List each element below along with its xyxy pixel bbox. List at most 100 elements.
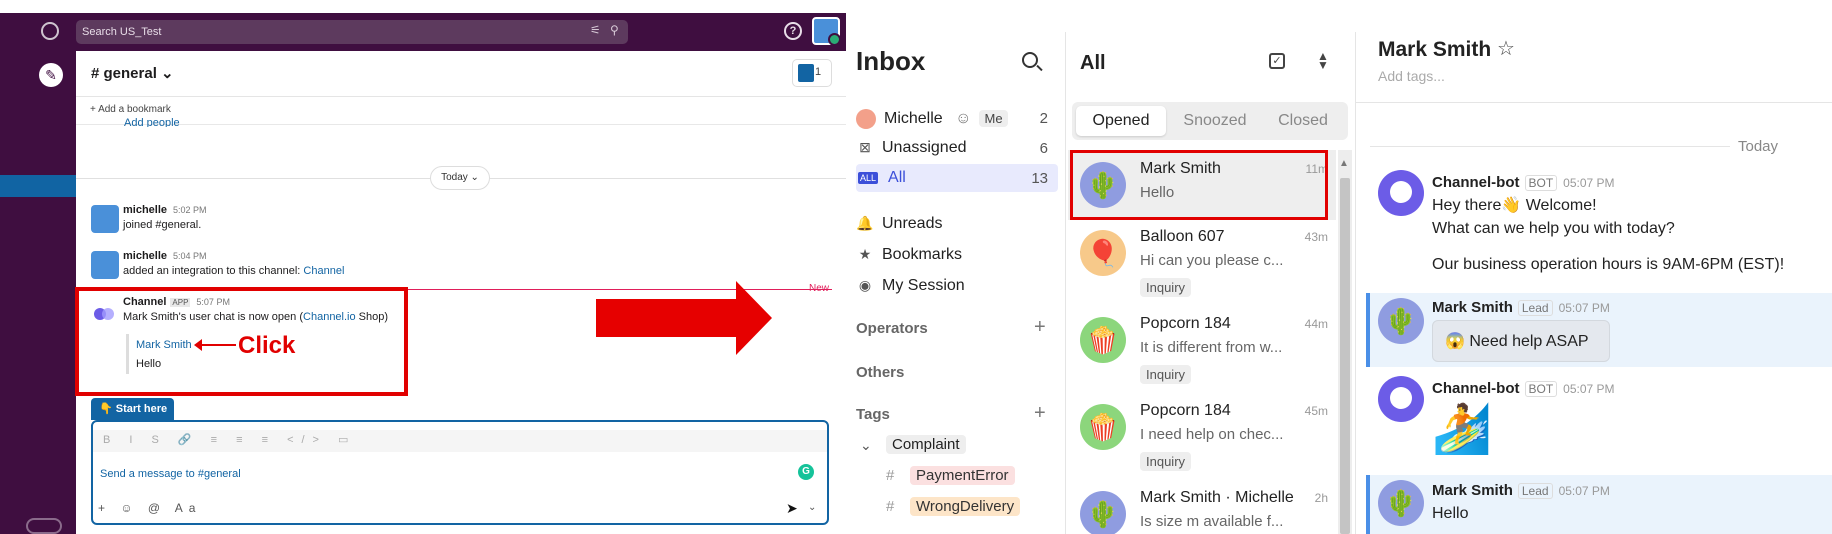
sender-name[interactable]: michelle bbox=[123, 204, 167, 216]
send-icon[interactable]: ➤ bbox=[786, 500, 798, 517]
sender-name[interactable]: Channel-bot bbox=[1432, 380, 1520, 397]
tag-payment-error[interactable]: PaymentError bbox=[910, 466, 1015, 485]
list-item[interactable]: 🍿 Popcorn 184 44m It is different from w… bbox=[1068, 305, 1336, 391]
history-icon[interactable] bbox=[41, 22, 59, 40]
tag-label: WrongDelivery bbox=[910, 497, 1021, 516]
nav-count: 2 bbox=[1039, 110, 1048, 127]
nav-item-unassigned[interactable]: ⊠ Unassigned 6 bbox=[856, 134, 1058, 162]
eye-icon: ◉ bbox=[858, 277, 872, 293]
nav-label: Unassigned bbox=[882, 139, 967, 156]
compose-icon[interactable]: ✎ bbox=[39, 63, 63, 87]
message-input[interactable]: Send a message to #general bbox=[100, 468, 241, 480]
nav-item-bookmarks[interactable]: ★ Bookmarks bbox=[856, 241, 1058, 269]
quick-reply-button[interactable]: 😱 Need help ASAP bbox=[1432, 320, 1610, 362]
avatar[interactable]: 🌵 bbox=[1378, 298, 1424, 344]
rail-active-item[interactable] bbox=[0, 175, 76, 197]
channel-header bbox=[76, 51, 846, 97]
toggle-icon[interactable] bbox=[26, 518, 62, 534]
tab-opened[interactable]: Opened bbox=[1076, 106, 1166, 136]
message-text: joined #general. bbox=[123, 219, 202, 231]
conv-preview: I need help on chec... bbox=[1140, 426, 1284, 443]
search-icon[interactable]: ⚲ bbox=[610, 23, 619, 37]
click-annotation: Click bbox=[238, 332, 296, 359]
member-count-button[interactable]: 1 bbox=[792, 59, 832, 87]
message-text: What can we help you with today? bbox=[1432, 220, 1675, 237]
message-time: 05:07 PM bbox=[1563, 176, 1615, 190]
sender-name[interactable]: Mark Smith bbox=[1432, 482, 1513, 499]
search-icon[interactable] bbox=[1022, 52, 1038, 68]
nav-item-my-session[interactable]: ◉ My Session bbox=[856, 272, 1058, 300]
user-avatar[interactable] bbox=[812, 17, 841, 46]
nav-item-michelle[interactable]: Michelle ☺ Me 2 bbox=[856, 104, 1058, 132]
sort-icon[interactable]: ▲ ▼ bbox=[1317, 50, 1329, 71]
avatar[interactable] bbox=[91, 205, 119, 233]
bot-avatar[interactable] bbox=[1378, 376, 1424, 422]
grammarly-icon[interactable]: G bbox=[798, 464, 814, 480]
avatar: 🌵 bbox=[1080, 491, 1126, 534]
filter-icon[interactable]: ⚟ bbox=[590, 23, 601, 37]
add-operator-icon[interactable]: + bbox=[1034, 316, 1046, 339]
message-text: Hello bbox=[1432, 505, 1469, 522]
sender-name[interactable]: michelle bbox=[123, 250, 167, 262]
add-bookmark-button[interactable]: + Add a bookmark bbox=[76, 97, 846, 125]
chevron-down-icon[interactable]: ⌄ bbox=[808, 502, 816, 513]
bot-badge: BOT bbox=[1524, 381, 1558, 397]
scrollbar-thumb[interactable] bbox=[1340, 178, 1350, 534]
me-badge: Me bbox=[979, 110, 1008, 128]
bot-badge: BOT bbox=[1524, 175, 1558, 191]
sender-name[interactable]: Channel-bot bbox=[1432, 174, 1520, 191]
list-title: All bbox=[1080, 52, 1106, 74]
sender-name[interactable]: Mark Smith bbox=[1432, 299, 1513, 316]
tag-complaint[interactable]: Complaint bbox=[886, 435, 966, 454]
channel-link[interactable]: Channel bbox=[303, 265, 344, 277]
channel-title[interactable]: # general ⌄ bbox=[91, 64, 174, 82]
list-item[interactable]: 🍿 Popcorn 184 45m I need help on chec...… bbox=[1068, 392, 1336, 478]
conv-name: Mark Smith · Michelle bbox=[1140, 489, 1294, 506]
avatar: 🍿 bbox=[1080, 317, 1126, 363]
chevron-down-icon[interactable]: ⌄ bbox=[860, 437, 872, 454]
list-item[interactable]: 🌵 Mark Smith · Michelle 2h Is size m ava… bbox=[1068, 479, 1336, 534]
message: michelle 5:04 PM added an integration to … bbox=[123, 250, 344, 277]
arrow-head bbox=[736, 281, 772, 355]
message-time: 05:07 PM bbox=[1563, 382, 1615, 396]
avatar[interactable]: 🌵 bbox=[1378, 480, 1424, 526]
bot-avatar[interactable] bbox=[1378, 170, 1424, 216]
operators-section[interactable]: Operators bbox=[856, 320, 928, 337]
avatar bbox=[856, 109, 876, 129]
list-item[interactable]: 🎈 Balloon 607 43m Hi can you please c...… bbox=[1068, 218, 1336, 304]
tags-section[interactable]: Tags bbox=[856, 406, 890, 423]
composer-tools[interactable]: + ☺ @ Aa bbox=[98, 501, 201, 515]
message: Channel-bot BOT 05:07 PM Hey there👋 Welcom… bbox=[1432, 174, 1784, 274]
add-tags-input[interactable]: Add tags... bbox=[1378, 68, 1445, 84]
nav-item-all[interactable]: ALL All 13 bbox=[856, 164, 1058, 192]
checkbox-icon[interactable]: ✓ bbox=[1269, 53, 1285, 69]
conv-preview: It is different from w... bbox=[1140, 339, 1283, 356]
scroll-up-icon[interactable]: ▲ bbox=[1339, 158, 1349, 169]
add-tag-icon[interactable]: + bbox=[1034, 402, 1046, 425]
start-here-tab[interactable]: 👇 Start here bbox=[91, 398, 174, 420]
tag-badge: Inquiry bbox=[1140, 278, 1192, 297]
today-pill[interactable]: Today ⌄ bbox=[430, 166, 490, 190]
nav-count: 6 bbox=[1039, 140, 1048, 157]
message-text: Hey there👋 Welcome! bbox=[1432, 197, 1597, 214]
star-icon[interactable]: ☆ bbox=[1497, 36, 1515, 61]
search-input[interactable]: Search US_Test bbox=[76, 20, 628, 44]
status-icon[interactable]: ☺ bbox=[955, 110, 971, 127]
add-people-link[interactable]: Add people bbox=[124, 117, 180, 127]
message-text: Our business operation hours is 9AM-6PM … bbox=[1432, 256, 1785, 273]
new-label: New bbox=[809, 283, 830, 294]
format-toolbar[interactable]: B I S 🔗 ≡ ≡ ≡ </> ▭ bbox=[93, 430, 827, 452]
others-section[interactable]: Others bbox=[856, 364, 904, 381]
avatar[interactable] bbox=[91, 251, 119, 279]
tag-wrong-delivery[interactable]: WrongDelivery bbox=[910, 497, 1021, 516]
inbox-title: Inbox bbox=[856, 46, 926, 76]
nav-item-unreads[interactable]: 🔔 Unreads bbox=[856, 210, 1058, 238]
tab-closed[interactable]: Closed bbox=[1260, 106, 1346, 136]
lead-indicator bbox=[1366, 293, 1370, 367]
tag-label: Complaint bbox=[886, 435, 966, 454]
tag-label: PaymentError bbox=[910, 466, 1015, 485]
tab-snoozed[interactable]: Snoozed bbox=[1170, 106, 1260, 136]
help-icon[interactable]: ? bbox=[784, 22, 802, 40]
unassigned-icon: ⊠ bbox=[859, 139, 871, 155]
column-divider bbox=[1065, 32, 1066, 534]
